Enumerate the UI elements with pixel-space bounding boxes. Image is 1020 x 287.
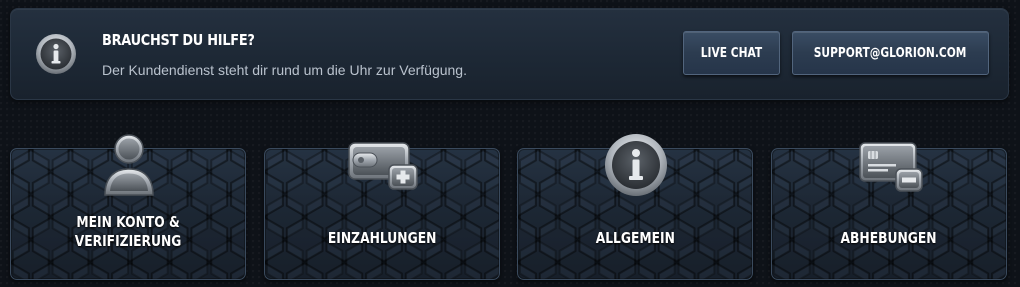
- help-title: BRAUCHST DU HILFE?: [102, 31, 255, 49]
- live-chat-label: LIVE CHAT: [700, 45, 763, 61]
- card-minus-icon: [858, 141, 924, 193]
- info-icon: [35, 33, 77, 75]
- category-label-text: ALLGEMEIN: [595, 229, 675, 247]
- category-card-withdrawals[interactable]: ABHEBUNGEN: [771, 142, 1007, 280]
- category-label: ABHEBUNGEN: [772, 229, 1006, 248]
- wallet-plus-icon: [347, 141, 419, 191]
- support-email-button[interactable]: SUPPORT@GLORION.COM: [792, 31, 989, 75]
- info-icon: [604, 133, 668, 197]
- category-card-account[interactable]: MEIN KONTO & VERIFIZIERUNG: [10, 134, 246, 280]
- category-card-general[interactable]: ALLGEMEIN: [517, 134, 753, 280]
- category-label: EINZAHLUNGEN: [265, 229, 499, 248]
- support-email-label: SUPPORT@GLORION.COM: [814, 45, 967, 61]
- category-label-text: MEIN KONTO & VERIFIZIERUNG: [74, 213, 182, 250]
- category-label: MEIN KONTO & VERIFIZIERUNG: [11, 213, 245, 251]
- help-subtitle: Der Kundendienst steht dir rund um die U…: [102, 62, 467, 78]
- category-card-deposits[interactable]: EINZAHLUNGEN: [264, 142, 500, 280]
- category-label-text: EINZAHLUNGEN: [327, 229, 437, 247]
- live-chat-button[interactable]: LIVE CHAT: [683, 31, 780, 75]
- category-label: ALLGEMEIN: [518, 229, 752, 248]
- category-label-text: ABHEBUNGEN: [840, 229, 938, 247]
- help-banner: BRAUCHST DU HILFE? Der Kundendienst steh…: [10, 8, 1009, 100]
- user-icon: [101, 133, 157, 199]
